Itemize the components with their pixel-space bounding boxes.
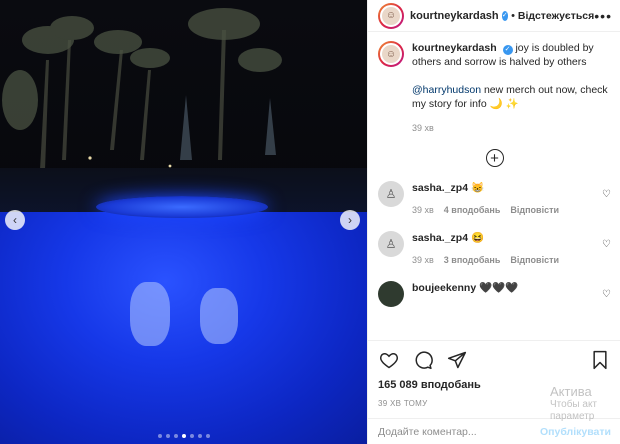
add-comment-bar: Опублікувати <box>368 418 620 444</box>
post-media[interactable]: ‹ › <box>0 0 367 444</box>
comment-item: ♙ sasha._zp4 😆 39 хв 3 вподобань Відпові… <box>378 231 611 267</box>
comment-item: ♙ sasha._zp4 😸 39 хв 4 вподобань Відпові… <box>378 181 611 217</box>
pool-water <box>0 212 367 444</box>
carousel-dot <box>205 434 210 438</box>
caption-avatar[interactable]: ☺ <box>378 41 404 67</box>
caption-username[interactable]: kourtneykardash <box>412 42 497 54</box>
publish-button[interactable]: Опублікувати <box>540 426 611 438</box>
comment-likes[interactable]: 4 вподобань <box>444 203 501 217</box>
carousel-next-button[interactable]: › <box>340 210 360 230</box>
carousel-dot <box>181 434 186 438</box>
comments-section[interactable]: ☺ kourtneykardash ✓ joy is doubled by ot… <box>368 33 620 341</box>
carousel-dot <box>157 434 162 438</box>
comment-text: 😆 <box>470 232 485 244</box>
comment-text: 🖤🖤🖤 <box>479 282 519 294</box>
comment-icon <box>415 351 433 370</box>
save-button[interactable] <box>589 349 611 371</box>
carousel-dot <box>173 434 178 438</box>
hot-tub <box>96 196 268 218</box>
comment-button[interactable] <box>412 349 434 371</box>
post-timestamp[interactable]: 39 ХВ ТОМУ <box>378 399 611 408</box>
follow-button[interactable]: Відстежується <box>518 10 594 22</box>
bookmark-icon <box>593 350 607 370</box>
comment-username[interactable]: boujeekenny <box>412 282 476 294</box>
comment-like-heart-icon[interactable]: ♡ <box>602 289 611 300</box>
add-icon[interactable]: + <box>485 149 504 167</box>
caption-text: kourtneykardash ✓ joy is doubled by othe… <box>412 41 611 135</box>
heart-icon <box>380 352 398 369</box>
swimmer-left <box>130 282 170 346</box>
chevron-right-icon: › <box>348 213 352 227</box>
caption-time: 39 хв <box>412 123 434 133</box>
load-more: + <box>378 149 611 167</box>
reply-button[interactable]: Відповісти <box>510 253 559 267</box>
swimmer-right <box>200 288 238 344</box>
comment-username[interactable]: sasha._zp4 <box>412 232 468 244</box>
post-side-panel: ☺ kourtneykardash ✓ • Відстежується ••• … <box>367 0 620 444</box>
likes-count[interactable]: 165 089 вподобань <box>378 379 611 391</box>
comment-meta: 39 хв 4 вподобань Відповісти <box>412 203 559 217</box>
post-caption: ☺ kourtneykardash ✓ joy is doubled by ot… <box>378 41 611 135</box>
share-button[interactable] <box>446 349 468 371</box>
chevron-left-icon: ‹ <box>13 213 17 227</box>
carousel-prev-button[interactable]: ‹ <box>5 210 25 230</box>
comment-body: sasha._zp4 😆 39 хв 3 вподобань Відповіст… <box>412 231 559 267</box>
comment-input[interactable] <box>378 425 538 438</box>
comment-like-heart-icon[interactable]: ♡ <box>602 239 611 250</box>
mention-link[interactable]: @harryhudson <box>412 84 481 96</box>
share-icon <box>447 351 467 369</box>
avatar[interactable]: ☺ <box>378 2 404 29</box>
comment-likes[interactable]: 3 вподобань <box>444 253 501 267</box>
separator-dot: • <box>511 9 515 22</box>
comment-meta: 39 хв 3 вподобань Відповісти <box>412 253 559 267</box>
carousel-dot <box>165 434 170 438</box>
post-header: ☺ kourtneykardash ✓ • Відстежується ••• <box>368 0 620 32</box>
comment-avatar[interactable] <box>378 281 404 307</box>
author-username[interactable]: kourtneykardash <box>410 10 499 22</box>
comment-time[interactable]: 39 хв <box>412 203 434 217</box>
comment-avatar[interactable]: ♙ <box>378 181 404 207</box>
post-actions: 165 089 вподобань 39 ХВ ТОМУ <box>368 340 620 408</box>
more-options-icon[interactable]: ••• <box>594 8 612 24</box>
avatar-image: ☺ <box>380 4 402 27</box>
comment-like-heart-icon[interactable]: ♡ <box>602 189 611 200</box>
carousel-dot <box>189 434 194 438</box>
carousel-indicator <box>0 434 367 438</box>
comment-body: sasha._zp4 😸 39 хв 4 вподобань Відповіст… <box>412 181 559 217</box>
comment-username[interactable]: sasha._zp4 <box>412 182 468 194</box>
avatar-image: ☺ <box>380 43 402 65</box>
comment-body: boujeekenny 🖤🖤🖤 <box>412 281 518 307</box>
comment-avatar[interactable]: ♙ <box>378 231 404 257</box>
comment-text: 😸 <box>470 182 485 194</box>
comment-item: boujeekenny 🖤🖤🖤 ♡ <box>378 281 611 307</box>
like-button[interactable] <box>378 349 400 371</box>
carousel-dot <box>197 434 202 438</box>
verified-badge-icon: ✓ <box>501 10 509 21</box>
comment-time[interactable]: 39 хв <box>412 253 434 267</box>
reply-button[interactable]: Відповісти <box>510 203 559 217</box>
action-icon-row <box>378 347 611 373</box>
verified-badge-icon: ✓ <box>502 45 513 55</box>
